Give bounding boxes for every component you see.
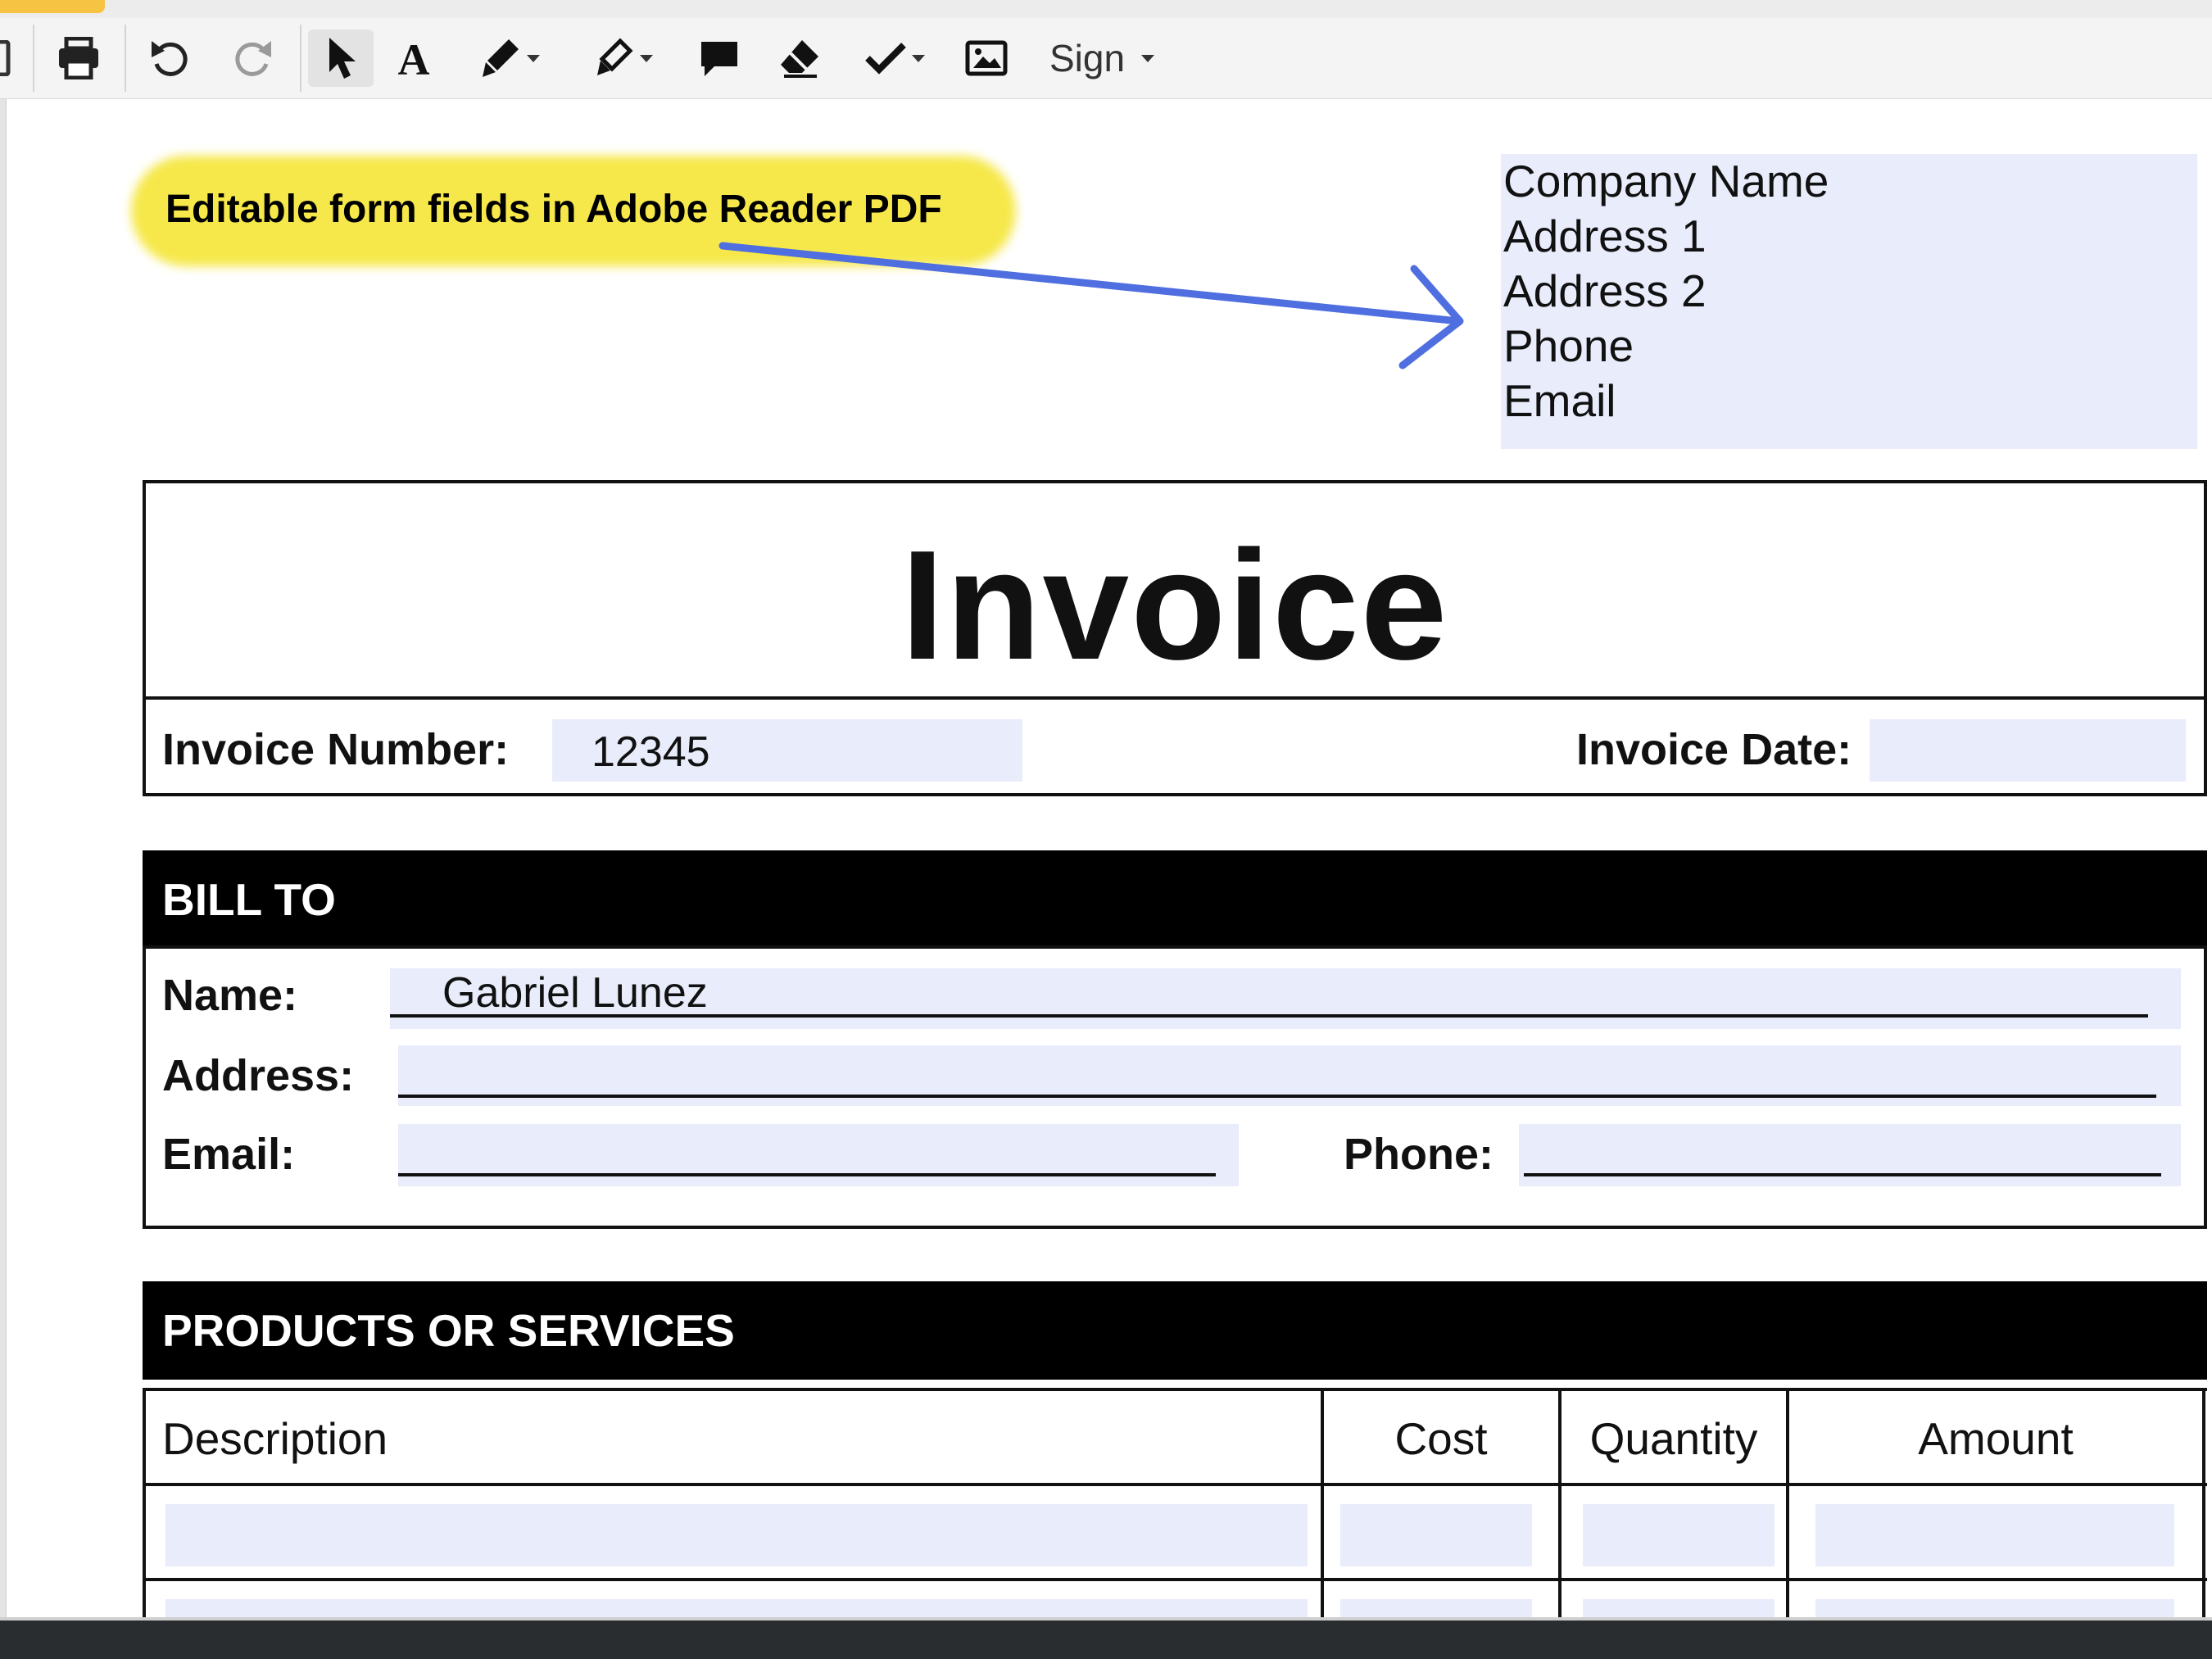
row1-quantity-field[interactable] (1583, 1504, 1775, 1566)
row2-quantity-field[interactable] (1583, 1599, 1775, 1617)
bill-to-title: BILL TO (162, 874, 336, 925)
bill-to-phone-label: Phone: (1344, 1130, 1494, 1179)
phone-underline (1524, 1173, 2161, 1176)
company-phone-line: Phone (1503, 320, 1634, 371)
invoice-number-field[interactable]: 12345 (552, 719, 1022, 782)
company-info-field[interactable]: Company Name Address 1 Address 2 Phone E… (1501, 154, 2197, 449)
company-email-line: Email (1503, 375, 1616, 426)
table-border (143, 1388, 2207, 1391)
bill-to-name-value: Gabriel Lunez (442, 969, 708, 1017)
table-border (143, 1388, 146, 1617)
invoice-number-value: 12345 (592, 728, 710, 776)
bill-to-email-label: Email: (162, 1130, 296, 1179)
column-header-description: Description (162, 1413, 388, 1464)
divider (143, 696, 2207, 700)
invoice-date-label: Invoice Date: (1576, 725, 1852, 774)
bottom-bar (0, 1617, 2212, 1659)
name-underline (390, 1014, 2148, 1018)
invoice-title: Invoice (900, 519, 1449, 692)
table-border (2202, 1388, 2205, 1617)
company-address1-line: Address 1 (1503, 211, 1707, 261)
row1-description-field[interactable] (165, 1504, 1308, 1566)
row1-cost-field[interactable] (1340, 1504, 1532, 1566)
company-address2-line: Address 2 (1503, 265, 1707, 316)
email-underline (398, 1173, 1216, 1176)
bill-to-name-field[interactable]: Gabriel Lunez (390, 968, 2181, 1029)
bill-to-phone-field[interactable] (1519, 1124, 2181, 1186)
products-title: PRODUCTS OR SERVICES (162, 1305, 735, 1356)
row2-amount-field[interactable] (1815, 1599, 2174, 1617)
products-header: PRODUCTS OR SERVICES (143, 1281, 2207, 1380)
table-border (143, 1483, 2207, 1486)
column-header-quantity: Quantity (1589, 1413, 1758, 1464)
bill-to-address-label: Address: (162, 1051, 355, 1100)
row2-description-field[interactable] (165, 1599, 1308, 1617)
row2-cost-field[interactable] (1340, 1599, 1532, 1617)
invoice-number-label: Invoice Number: (162, 725, 510, 774)
column-header-cost: Cost (1394, 1413, 1488, 1464)
bill-to-name-label: Name: (162, 971, 298, 1020)
table-border (143, 1578, 2207, 1581)
bill-to-email-field[interactable] (398, 1124, 1239, 1186)
bottom-edge (0, 1617, 2212, 1620)
column-header-amount: Amount (1918, 1413, 2074, 1464)
bill-to-header: BILL TO (143, 850, 2207, 949)
address-underline (398, 1095, 2156, 1098)
invoice-date-field[interactable] (1870, 719, 2186, 782)
row1-amount-field[interactable] (1815, 1504, 2174, 1566)
company-name-line: Company Name (1503, 156, 1829, 206)
